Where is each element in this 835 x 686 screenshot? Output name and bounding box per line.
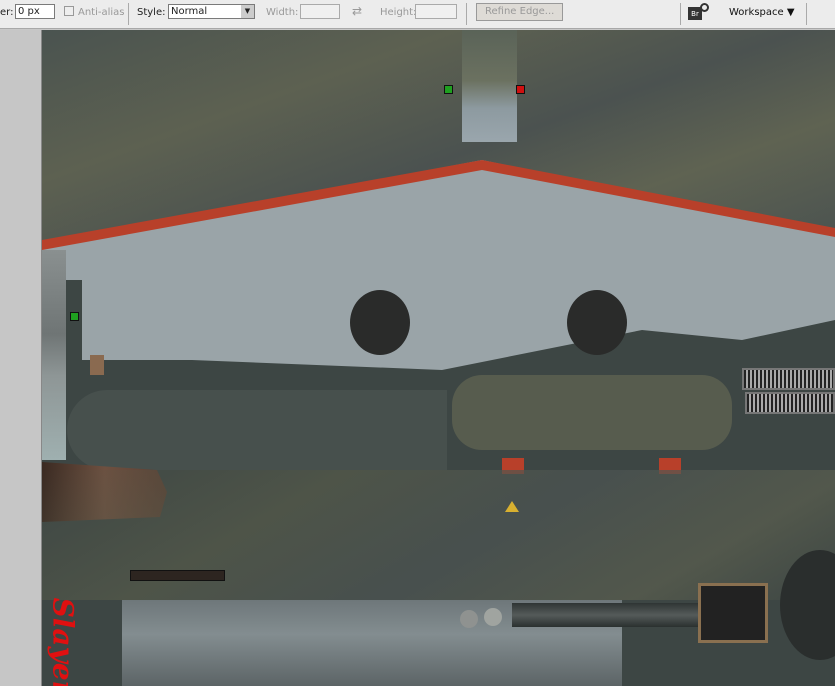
wheel-well-left	[350, 290, 410, 355]
style-label: Style:	[137, 7, 166, 18]
chevron-down-icon: ▼	[241, 5, 254, 18]
wheel-well-right	[567, 290, 627, 355]
slayer-watermark: Slayer	[46, 597, 80, 686]
drop-tank-texture	[67, 390, 447, 470]
document-canvas[interactable]: Slayer	[42, 30, 835, 686]
decal-patch	[90, 355, 104, 375]
refine-edge-button: Refine Edge...	[476, 3, 564, 21]
divider	[806, 3, 807, 25]
green-navigation-light	[444, 85, 453, 94]
divider	[466, 3, 467, 25]
style-select[interactable]: Normal ▼	[168, 4, 255, 19]
divider	[680, 3, 681, 25]
workspace-menu[interactable]: Workspace ▼	[729, 7, 795, 18]
height-label: Height:	[380, 7, 417, 18]
gun-barrel-texture	[512, 603, 702, 627]
swatch-strip	[42, 250, 66, 460]
feather-label: er:	[0, 7, 14, 18]
circle-marking	[484, 608, 502, 626]
pasteboard	[0, 30, 42, 686]
circle-marking	[460, 610, 478, 628]
width-label: Width:	[266, 7, 299, 18]
height-input[interactable]	[415, 4, 457, 19]
anti-alias-checkbox[interactable]	[64, 6, 74, 16]
cowling-texture	[452, 375, 732, 450]
swap-icon[interactable]: ⇄	[352, 4, 362, 18]
options-bar: er: 0 px Anti-alias Style: Normal ▼ Widt…	[0, 0, 835, 29]
instrument-texture	[698, 583, 768, 643]
grille-texture	[742, 368, 835, 390]
style-select-value: Normal	[171, 6, 208, 17]
feather-input[interactable]: 0 px	[15, 4, 55, 19]
red-navigation-light	[516, 85, 525, 94]
anti-alias-label: Anti-alias	[78, 7, 125, 18]
fuselage-spine-texture	[462, 30, 517, 142]
divider	[128, 3, 129, 25]
warning-triangle-icon	[505, 501, 519, 512]
grille-texture	[745, 392, 835, 414]
green-navigation-light	[70, 312, 79, 321]
search-icon	[700, 3, 709, 12]
width-input[interactable]	[300, 4, 340, 19]
dark-bar-texture	[130, 570, 225, 581]
